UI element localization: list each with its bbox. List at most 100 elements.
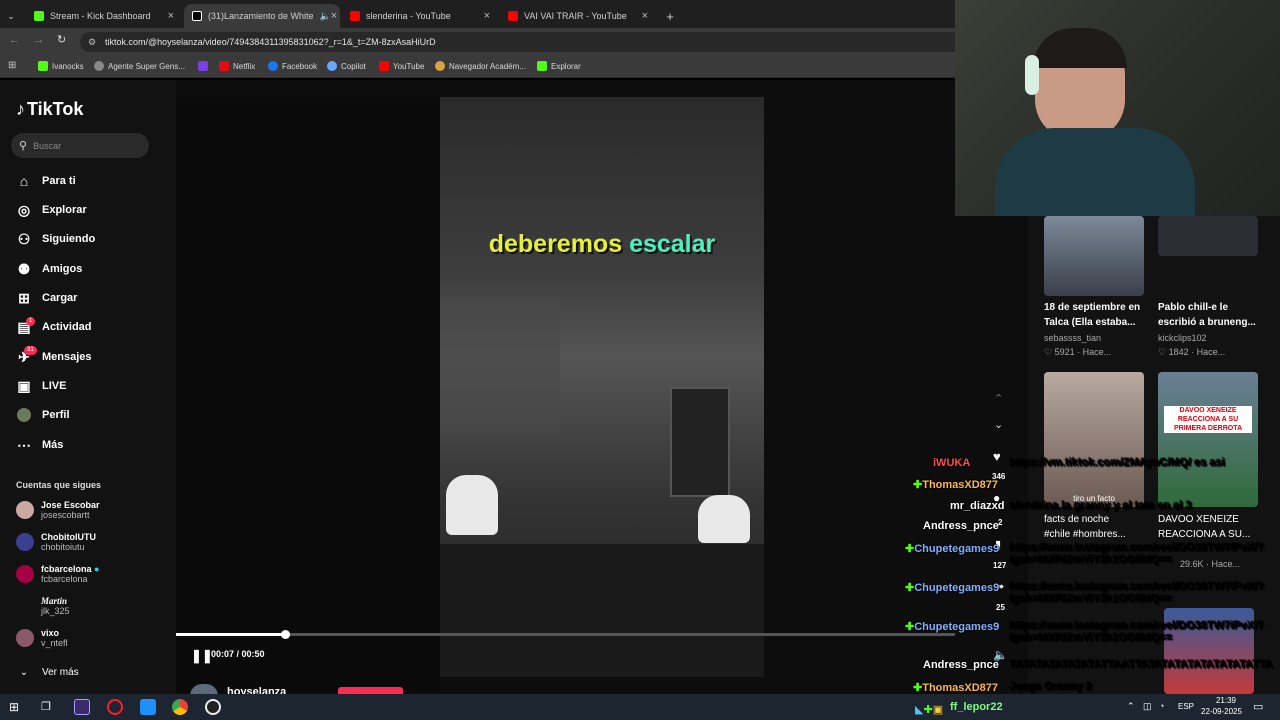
tiktok-icon	[192, 11, 202, 21]
reload-icon[interactable]: ↻	[57, 33, 66, 46]
bookmark-item[interactable]: Explorar	[537, 61, 581, 71]
task-view-icon[interactable]: ❐	[41, 700, 51, 713]
bookmark-item[interactable]: Agente Super Gens...	[94, 61, 185, 71]
video-player[interactable]	[440, 97, 764, 677]
video-title[interactable]: Pablo chill-e le escribió a bruneng...	[1158, 300, 1256, 330]
video-stats: ♡ 5921 · Hace...	[1044, 347, 1112, 357]
windows-start-icon[interactable]: ⊞	[9, 700, 19, 714]
video-thumbnail[interactable]: tiro un facto	[1044, 372, 1144, 507]
notifications-icon[interactable]: ▭	[1253, 700, 1263, 713]
new-tab-button[interactable]: +	[660, 4, 680, 28]
next-video-icon[interactable]: ⌄	[994, 418, 1003, 431]
copilot-icon	[327, 61, 337, 71]
close-icon[interactable]: ×	[484, 10, 490, 22]
tab-youtube-vaivai[interactable]: VAI VAI TRAIR - YouTube ×	[500, 4, 656, 28]
tiktok-logo[interactable]: ♪ TikTok	[16, 99, 83, 120]
video-author[interactable]: sebassss_tian	[1044, 333, 1101, 343]
tiktok-note-icon: ♪	[16, 99, 25, 119]
globe-icon	[435, 61, 445, 71]
progress-fill	[176, 633, 286, 636]
bookmark-item[interactable]: Facebook	[268, 61, 317, 71]
clock-time[interactable]: 21:39	[1211, 696, 1241, 705]
bookmark-item[interactable]: Netflix	[219, 61, 255, 71]
youtube-icon	[350, 11, 360, 21]
bookmark-item[interactable]: Navegador Académ...	[435, 61, 526, 71]
followed-account[interactable]: fcbarcelona ● fcbarcelona	[16, 564, 99, 584]
chat-message: ✚Chupetegames9	[905, 543, 1000, 555]
nav-amigos[interactable]: ⚉ Amigos	[16, 261, 83, 277]
wifi-icon[interactable]: ◔	[1159, 701, 1164, 711]
close-icon[interactable]: ×	[642, 10, 648, 22]
youtube-icon	[379, 61, 389, 71]
network-icon[interactable]: ◫	[1143, 701, 1152, 712]
close-icon[interactable]: ×	[168, 10, 174, 22]
nav-cargar[interactable]: ⊞ Cargar	[16, 290, 77, 306]
pause-icon[interactable]: ❚❚	[191, 648, 213, 664]
bookmark-item[interactable]: Ivanocks	[38, 61, 84, 71]
video-title[interactable]: facts de noche #chile #hombres...	[1044, 512, 1126, 542]
obs-icon[interactable]	[205, 699, 221, 715]
video-author[interactable]: kickclips102	[1158, 333, 1207, 343]
like-icon[interactable]: ♥	[993, 449, 1001, 464]
badge-icon: ✚	[913, 682, 923, 694]
video-stats: ♡ 1842 · Hace...	[1158, 347, 1226, 357]
followed-account[interactable]: vixo v_ntefl	[16, 628, 68, 648]
bookmark-icon	[198, 61, 208, 71]
video-backdrop	[176, 97, 440, 694]
kick-icon	[34, 11, 44, 21]
clock-date[interactable]: 22-09-2025	[1201, 707, 1242, 716]
tab-kick-dashboard[interactable]: Stream - Kick Dashboard ×	[26, 4, 182, 28]
input-language[interactable]: ESP	[1178, 702, 1194, 711]
chat-message: ✚Chupetegames9	[905, 582, 1000, 594]
avatar	[16, 533, 34, 551]
chrome-icon[interactable]	[172, 699, 188, 715]
progress-track[interactable]	[176, 633, 955, 636]
forward-icon[interactable]: →	[33, 34, 44, 46]
left-hand	[446, 475, 498, 535]
previous-video-icon[interactable]: ⌃	[994, 392, 1003, 405]
video-thumbnail[interactable]	[1044, 216, 1144, 296]
bookmark-item[interactable]	[198, 61, 212, 71]
nav-mas[interactable]: ⋯ Más	[16, 437, 63, 453]
app-icon[interactable]	[140, 699, 156, 715]
nav-siguiendo[interactable]: ⚇ Siguiendo	[16, 231, 95, 247]
progress-handle[interactable]	[281, 630, 291, 639]
see-more-button[interactable]: ⌄ Ver más	[16, 664, 79, 680]
nav-explorar[interactable]: ◎ Explorar	[16, 202, 87, 218]
site-info-icon[interactable]: ⚙	[88, 32, 96, 52]
nav-perfil[interactable]: Perfil	[16, 407, 70, 423]
video-thumbnail[interactable]	[1158, 216, 1258, 256]
followed-account[interactable]: Martin jlk_325	[16, 596, 70, 616]
after-effects-icon[interactable]	[74, 699, 90, 715]
speaker-icon[interactable]: 🔈	[320, 11, 331, 22]
opera-icon[interactable]	[107, 699, 123, 715]
chat-message-text: https://www.instagram.com/reel/DO38TW7iP…	[1010, 542, 1265, 566]
tab-tiktok[interactable]: (31)Lanzamiento de White 🔈 ×	[184, 4, 340, 28]
windows-taskbar	[0, 694, 1280, 720]
video-title[interactable]: DAVOO XENEIZE REACCIONA A SU...	[1158, 512, 1250, 542]
apps-grid-icon[interactable]: ⊞	[8, 60, 16, 71]
save-count: 127	[993, 561, 1007, 570]
kick-icon	[38, 61, 48, 71]
chevron-down-icon: ⌄	[7, 10, 15, 21]
bookmark-item[interactable]: YouTube	[379, 61, 424, 71]
video-thumbnail[interactable]: DAVOO XENEIZE REACCIONA A SU PRIMERA DER…	[1158, 372, 1258, 507]
followed-account[interactable]: ChobitolUTU chobitoiutu	[16, 532, 96, 552]
share-count: 25	[996, 603, 1005, 612]
search-input[interactable]: ⚲ Buscar	[11, 133, 149, 158]
tray-chevron-icon[interactable]: ⌃	[1127, 701, 1135, 712]
follow-button[interactable]	[338, 687, 403, 694]
tab-youtube-slenderina[interactable]: slenderina - YouTube ×	[342, 4, 498, 28]
back-icon[interactable]: ←	[9, 34, 20, 46]
nav-live[interactable]: ▣ LIVE	[16, 378, 66, 394]
video-title[interactable]: 18 de septiembre en Talca (Ella estaba...	[1044, 300, 1140, 330]
address-bar[interactable]: ⚙ tiktok.com/@hoyselanza/video/749438431…	[80, 32, 955, 52]
badge-icon: ✚	[913, 479, 923, 491]
following-header: Cuentas que sigues	[16, 480, 102, 490]
close-icon[interactable]: ×	[331, 10, 337, 22]
tab-search-button[interactable]: ⌄	[2, 4, 20, 28]
followed-account[interactable]: Jose Escobar josescobartt	[16, 500, 100, 520]
nav-para-ti[interactable]: ⌂ Para ti	[16, 173, 76, 189]
chat-message: ✚Chupetegames9	[905, 621, 1000, 633]
bookmark-item[interactable]: Copilot	[327, 61, 366, 71]
